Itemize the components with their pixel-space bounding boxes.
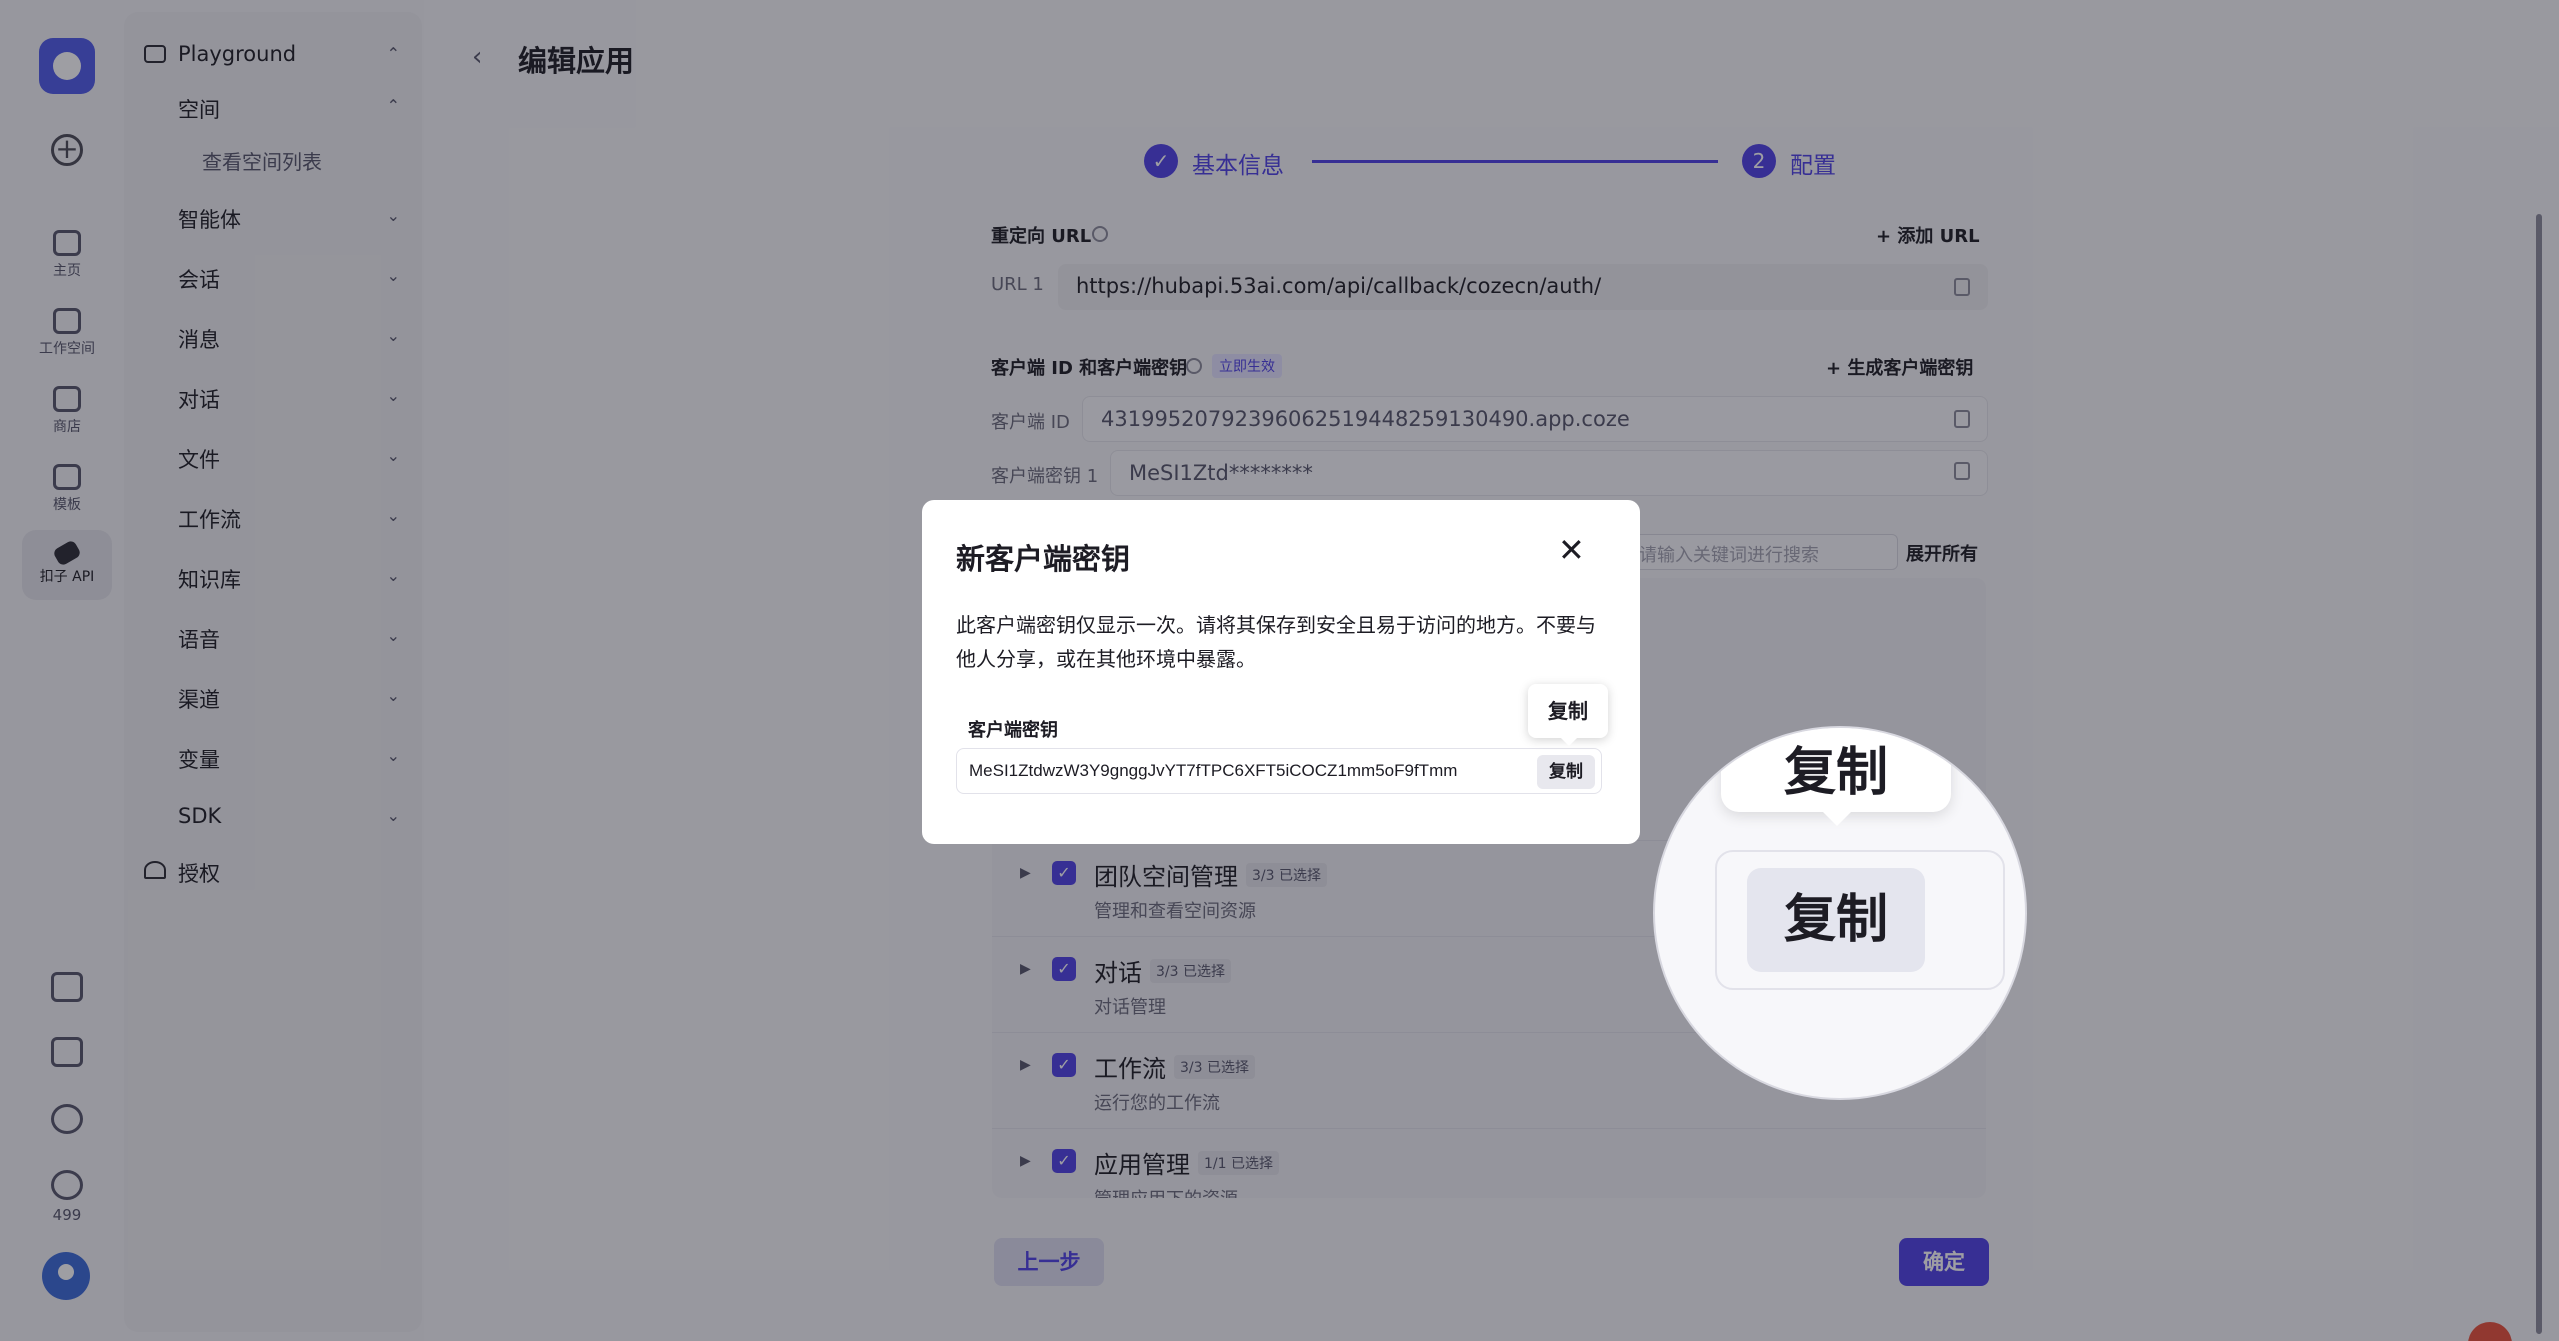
new-secret-modal: 新客户端密钥 ✕ 此客户端密钥仅显示一次。请将其保存到安全且易于访问的地方。不要… [922, 500, 1640, 844]
secret-field-label: 客户端密钥 [968, 720, 1058, 741]
copy-button[interactable]: 复制 [1537, 755, 1595, 789]
secret-field[interactable]: MeSI1ZtdwzW3Y9gnggJvYT7fTPC6XFT5iCOCZ1mm… [956, 748, 1602, 794]
magnified-tooltip-arrow [1821, 810, 1853, 826]
magnified-copy-button: 复制 [1747, 868, 1925, 972]
magnified-tooltip: 复制 [1721, 728, 1951, 812]
modal-description: 此客户端密钥仅显示一次。请将其保存到安全且易于访问的地方。不要与他人分享，或在其… [956, 613, 1596, 671]
close-icon[interactable]: ✕ [1558, 534, 1585, 566]
zoom-magnifier: 复制 复制 [1655, 728, 2025, 1098]
secret-value: MeSI1ZtdwzW3Y9gnggJvYT7fTPC6XFT5iCOCZ1mm… [969, 761, 1458, 780]
copy-tooltip: 复制 [1528, 684, 1608, 746]
modal-title: 新客户端密钥 [956, 542, 1131, 576]
